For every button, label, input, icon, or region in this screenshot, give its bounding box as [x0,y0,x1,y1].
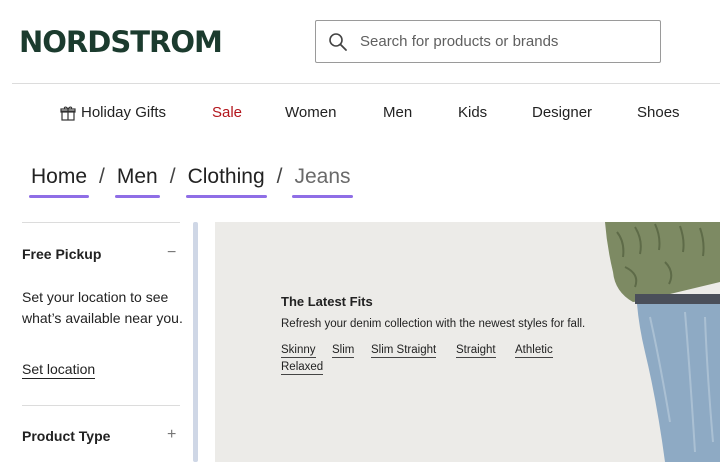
set-location-link[interactable]: Set location [22,361,96,379]
sidebar-scrollbar[interactable] [193,222,198,462]
breadcrumb-separator: / [99,165,105,188]
filter-free-pickup-title[interactable]: Free Pickup [22,246,101,262]
fit-link-slim[interactable]: Slim [332,344,355,358]
fit-link-straight[interactable]: Straight [456,344,496,358]
breadcrumb-separator: / [169,165,176,188]
fit-link-skinny[interactable]: Skinny [281,344,316,358]
nav-item-kids[interactable]: Kids [458,104,487,121]
model-photo [605,222,720,462]
search-icon [329,32,347,51]
pickup-description: Set your location to see what’s availabl… [22,289,183,326]
gift-icon [60,106,76,121]
fit-link-athletic[interactable]: Athletic [515,344,553,358]
breadcrumb-separator: / [276,165,283,188]
header-divider [12,83,720,84]
nav-item-designer[interactable]: Designer [532,104,592,121]
nav-item-holiday-gifts[interactable]: Holiday Gifts [60,104,166,121]
nav-item-women[interactable]: Women [285,104,336,121]
nav-item-sale[interactable]: Sale [212,104,242,121]
fit-link-relaxed[interactable]: Relaxed [281,361,324,375]
search-input[interactable] [360,33,650,50]
main-nav: Holiday Gifts Sale Women Men Kids Design… [0,104,720,124]
sidebar-divider [22,405,180,406]
expand-icon[interactable]: + [167,426,176,444]
nav-item-men[interactable]: Men [383,104,412,121]
filter-product-type-title[interactable]: Product Type [22,428,110,444]
breadcrumb: Home / Men / Clothing / Jeans [28,165,353,198]
collapse-icon[interactable]: − [167,244,176,262]
sidebar-divider [22,222,180,223]
breadcrumb-men[interactable]: Men [114,165,160,198]
breadcrumb-jeans: Jeans [292,165,353,198]
hero-banner: The Latest Fits Refresh your denim colle… [215,222,720,462]
breadcrumb-clothing[interactable]: Clothing [185,165,267,198]
nav-label: Holiday Gifts [81,104,167,121]
hero-title: The Latest Fits [281,294,373,309]
search-bar[interactable] [315,20,661,63]
hero-subtitle: Refresh your denim collection with the n… [281,318,586,330]
fit-link-slim-straight[interactable]: Slim Straight [371,344,437,358]
breadcrumb-home[interactable]: Home [28,165,90,198]
nav-item-shoes[interactable]: Shoes [637,104,680,121]
nordstrom-logo[interactable]: NORDSTROM [19,25,223,59]
